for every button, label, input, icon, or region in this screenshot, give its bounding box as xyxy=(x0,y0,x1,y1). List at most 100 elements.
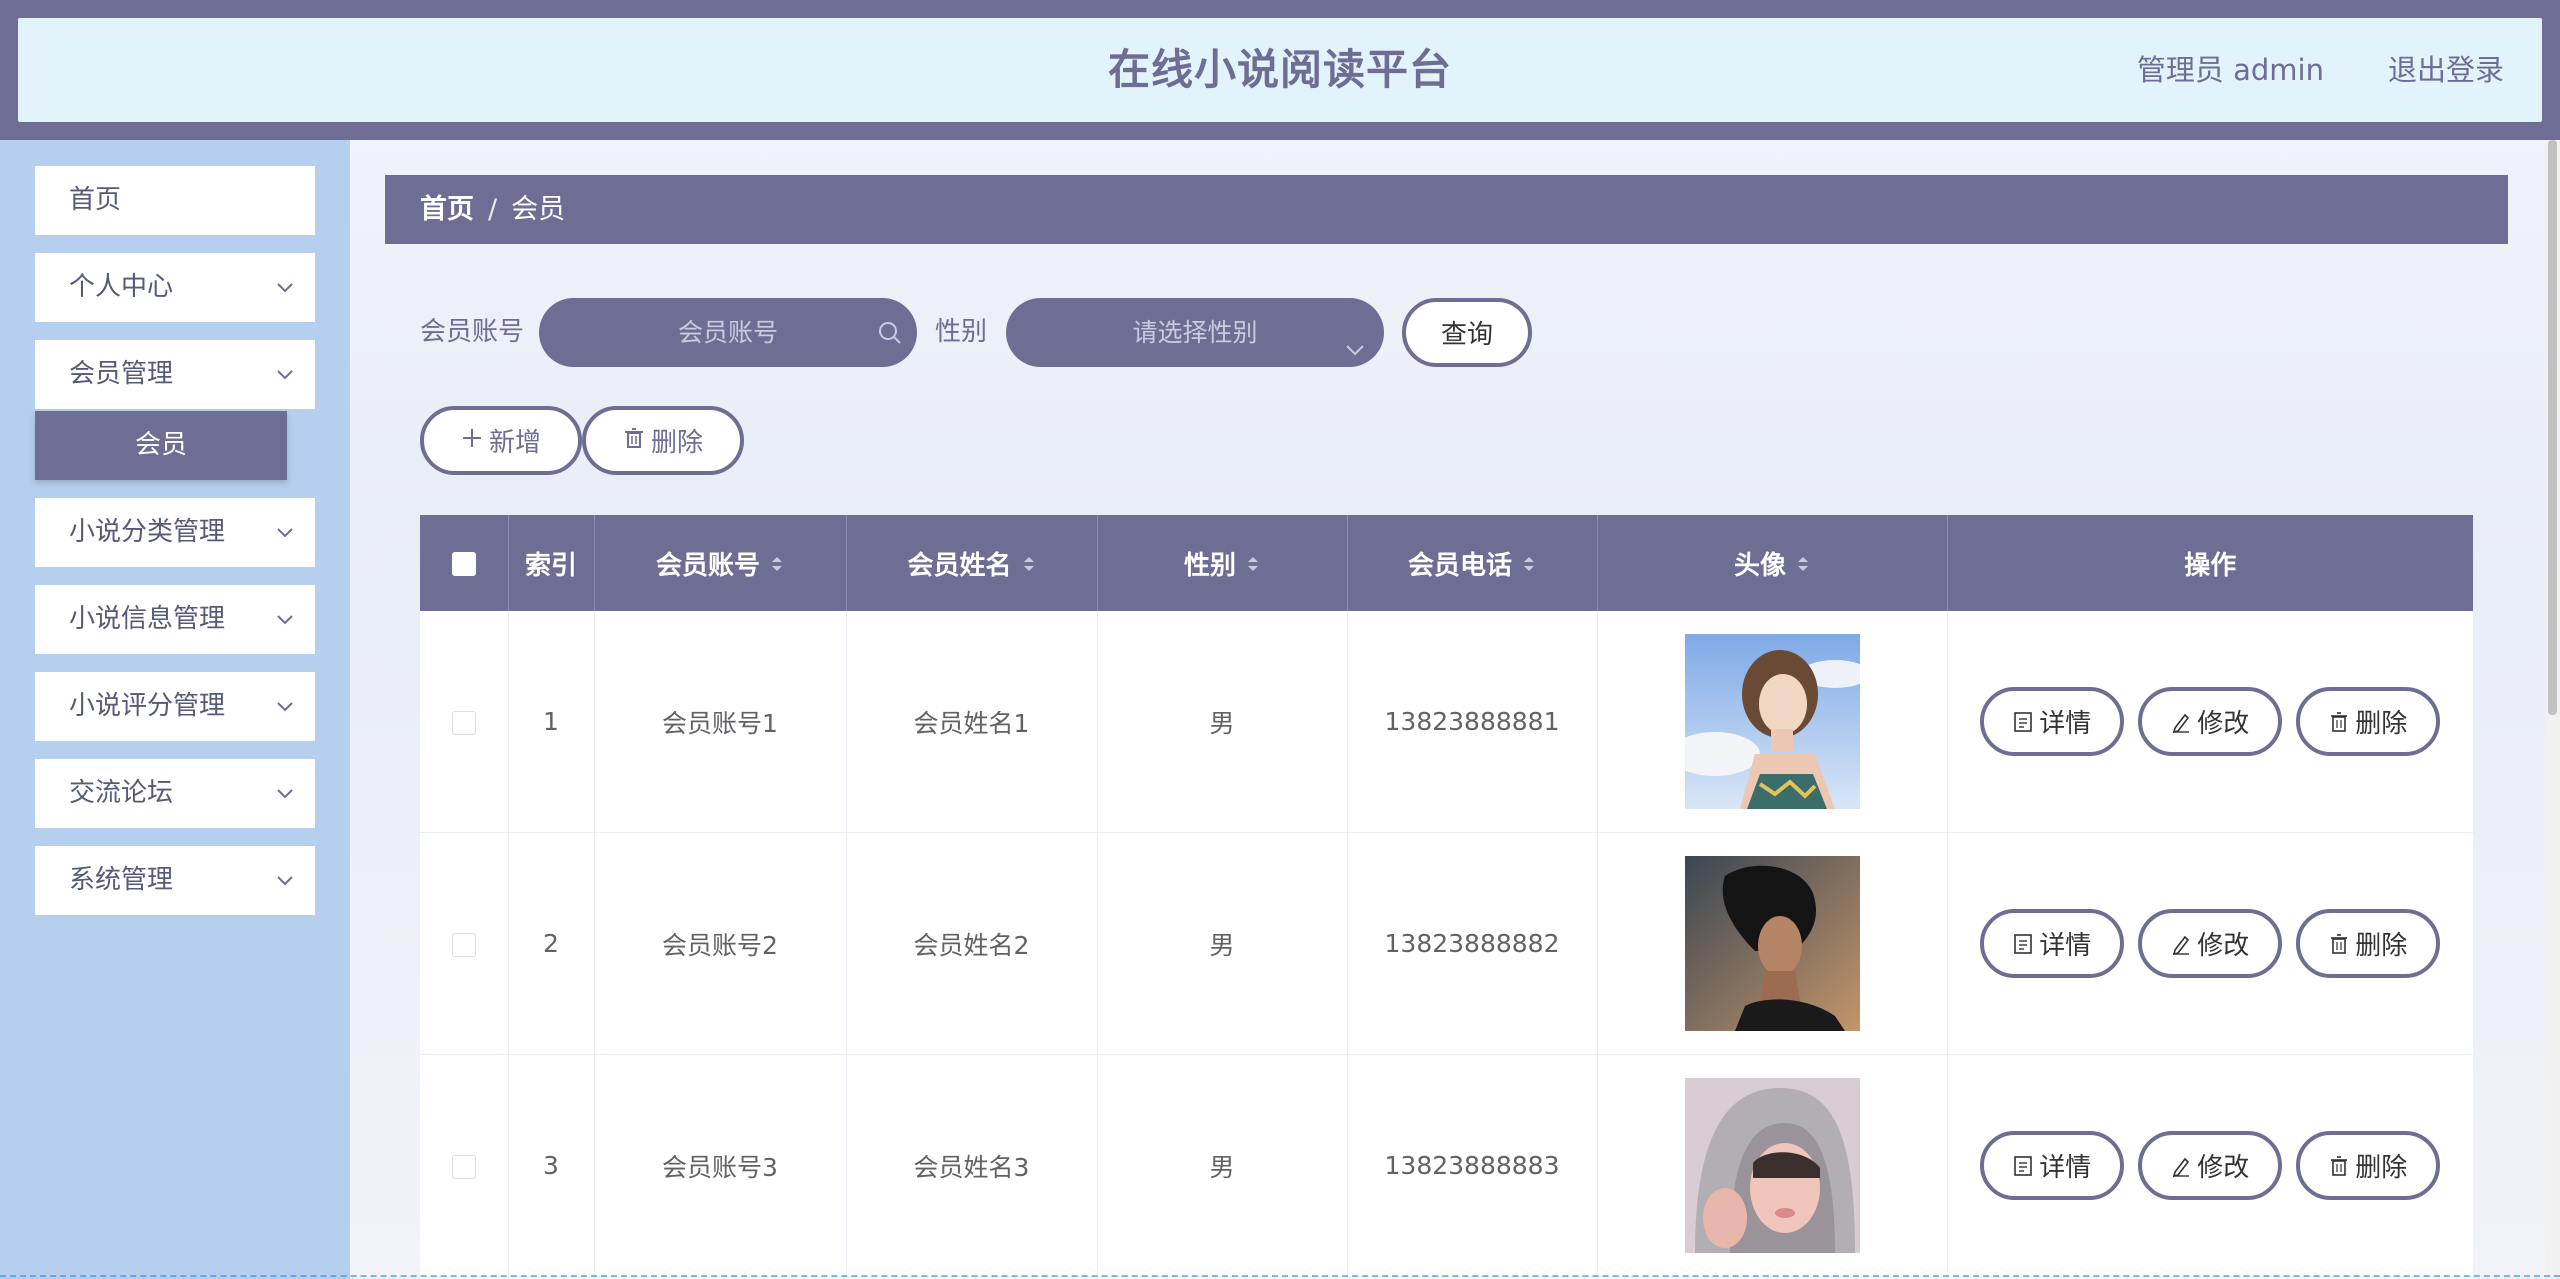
select-all-checkbox[interactable] xyxy=(451,551,476,576)
column-header-phone[interactable]: 会员电话 xyxy=(1347,515,1598,611)
delete-button-label: 删除 xyxy=(2355,931,2408,961)
detail-button[interactable]: 详情 xyxy=(1980,687,2125,756)
breadcrumb-current: 会员 xyxy=(511,194,566,225)
edit-button[interactable]: 修改 xyxy=(2138,687,2283,756)
delete-button[interactable]: 删除 xyxy=(2296,909,2441,978)
vertical-scrollbar[interactable] xyxy=(2545,140,2560,1279)
sidebar-item-forum[interactable]: 交流论坛 xyxy=(35,759,315,828)
detail-button-label: 详情 xyxy=(2039,709,2092,739)
index-cell: 1 xyxy=(508,611,595,833)
sort-icon[interactable] xyxy=(1522,551,1536,581)
row-checkbox[interactable] xyxy=(451,711,476,735)
table-row: 2 会员账号2 会员姓名2 男 13823888882 详情 修改 删除 xyxy=(420,832,2473,1055)
sidebar-item-home[interactable]: 首页 xyxy=(35,166,315,235)
edit-button-label: 修改 xyxy=(2197,709,2250,739)
query-button-label: 查询 xyxy=(1440,320,1493,350)
member-table: 索引 会员账号 会员姓名 性别 会员电话 头像 操作 1 会员账号1 会员姓名1… xyxy=(420,515,2473,1279)
detail-button[interactable]: 详情 xyxy=(1980,909,2125,978)
gender-cell: 男 xyxy=(1097,1054,1348,1277)
account-search-label: 会员账号 xyxy=(420,317,525,347)
sidebar-item-member-management[interactable]: 会员管理 xyxy=(35,340,315,409)
main-content: 首页 / 会员 会员账号 性别 请选择性别 查询 新增 删除 xyxy=(350,140,2545,1279)
chevron-down-icon xyxy=(275,253,295,322)
sidebar-item-label: 首页 xyxy=(69,185,122,215)
name-cell: 会员姓名3 xyxy=(846,1054,1098,1277)
trash-icon xyxy=(2331,1155,2348,1176)
account-search-input[interactable] xyxy=(539,298,917,367)
row-select-cell[interactable] xyxy=(420,611,509,833)
row-checkbox[interactable] xyxy=(451,933,476,957)
avatar-cell xyxy=(1597,611,1948,833)
add-button[interactable]: 新增 xyxy=(420,406,582,475)
sidebar-item-personal-center[interactable]: 个人中心 xyxy=(35,253,315,322)
chevron-down-icon xyxy=(1342,320,1368,356)
column-header-index: 索引 xyxy=(508,515,595,611)
breadcrumb-home[interactable]: 首页 xyxy=(420,194,474,225)
logout-link[interactable]: 退出登录 xyxy=(2388,18,2504,122)
column-header-avatar[interactable]: 头像 xyxy=(1597,515,1948,611)
sidebar-item-novel-info[interactable]: 小说信息管理 xyxy=(35,585,315,654)
avatar-image[interactable] xyxy=(1684,634,1860,809)
gender-cell: 男 xyxy=(1097,832,1348,1055)
gender-cell: 男 xyxy=(1097,611,1348,833)
row-select-cell[interactable] xyxy=(420,1054,509,1277)
name-cell: 会员姓名1 xyxy=(846,611,1098,833)
column-header-label: 会员电话 xyxy=(1407,550,1512,581)
sidebar-item-system[interactable]: 系统管理 xyxy=(35,846,315,915)
pencil-icon xyxy=(2173,1157,2190,1177)
column-header-label: 性别 xyxy=(1183,550,1236,581)
sidebar-item-label: 个人中心 xyxy=(69,272,174,302)
table-header-row: 索引 会员账号 会员姓名 性别 会员电话 头像 操作 xyxy=(420,515,2473,611)
sort-icon[interactable] xyxy=(1796,551,1810,581)
avatar-image[interactable] xyxy=(1684,856,1860,1031)
sidebar-item-novel-rating[interactable]: 小说评分管理 xyxy=(35,672,315,741)
account-cell: 会员账号2 xyxy=(594,832,847,1055)
query-button[interactable]: 查询 xyxy=(1402,298,1532,367)
account-search-field[interactable] xyxy=(539,298,917,367)
sidebar-item-novel-category[interactable]: 小说分类管理 xyxy=(35,498,315,567)
delete-button-label: 删除 xyxy=(2355,1153,2408,1183)
sidebar-item-label: 会员管理 xyxy=(69,359,174,389)
index-cell: 3 xyxy=(508,1054,595,1277)
column-header-actions: 操作 xyxy=(1947,515,2473,611)
column-header-account[interactable]: 会员账号 xyxy=(594,515,847,611)
scrollbar-thumb[interactable] xyxy=(2548,140,2557,715)
admin-user-label: 管理员 admin xyxy=(2136,53,2324,87)
trash-icon xyxy=(623,426,651,456)
chevron-down-icon xyxy=(275,672,295,741)
edit-button[interactable]: 修改 xyxy=(2138,909,2283,978)
gender-select[interactable]: 请选择性别 xyxy=(1006,298,1384,367)
header-panel: 在线小说阅读平台 管理员 admin 退出登录 xyxy=(18,18,2542,122)
edit-button-label: 修改 xyxy=(2197,1153,2250,1183)
account-cell: 会员账号3 xyxy=(594,1054,847,1277)
edit-button[interactable]: 修改 xyxy=(2138,1131,2283,1200)
add-button-label: 新增 xyxy=(488,428,541,458)
chevron-down-icon xyxy=(275,585,295,654)
row-checkbox[interactable] xyxy=(451,1155,476,1179)
chevron-down-icon xyxy=(275,498,295,567)
delete-button[interactable]: 删除 xyxy=(2296,687,2441,756)
table-row: 3 会员账号3 会员姓名3 男 13823888883 详情 修改 删除 xyxy=(420,1054,2473,1277)
avatar-cell xyxy=(1597,1054,1948,1277)
detail-button[interactable]: 详情 xyxy=(1980,1131,2125,1200)
sort-icon[interactable] xyxy=(1246,551,1260,581)
index-cell: 2 xyxy=(508,832,595,1055)
actions-cell: 详情 修改 删除 xyxy=(1947,1054,2473,1277)
avatar-image[interactable] xyxy=(1684,1078,1860,1253)
batch-delete-button[interactable]: 删除 xyxy=(582,406,744,475)
column-header-gender[interactable]: 性别 xyxy=(1097,515,1348,611)
sidebar-item-label: 系统管理 xyxy=(69,865,174,895)
plus-icon xyxy=(461,426,489,456)
column-header-label: 会员姓名 xyxy=(907,550,1012,581)
breadcrumb: 首页 / 会员 xyxy=(385,175,2508,244)
sort-icon[interactable] xyxy=(770,551,784,581)
chevron-up-icon xyxy=(275,340,295,409)
delete-button[interactable]: 删除 xyxy=(2296,1131,2441,1200)
sidebar-subitem-member[interactable]: 会员 xyxy=(35,411,287,480)
trash-icon xyxy=(2331,711,2348,732)
column-header-name[interactable]: 会员姓名 xyxy=(846,515,1098,611)
row-select-cell[interactable] xyxy=(420,832,509,1055)
sort-icon[interactable] xyxy=(1022,551,1036,581)
pencil-icon xyxy=(2173,713,2190,733)
select-all-header[interactable] xyxy=(420,515,509,611)
